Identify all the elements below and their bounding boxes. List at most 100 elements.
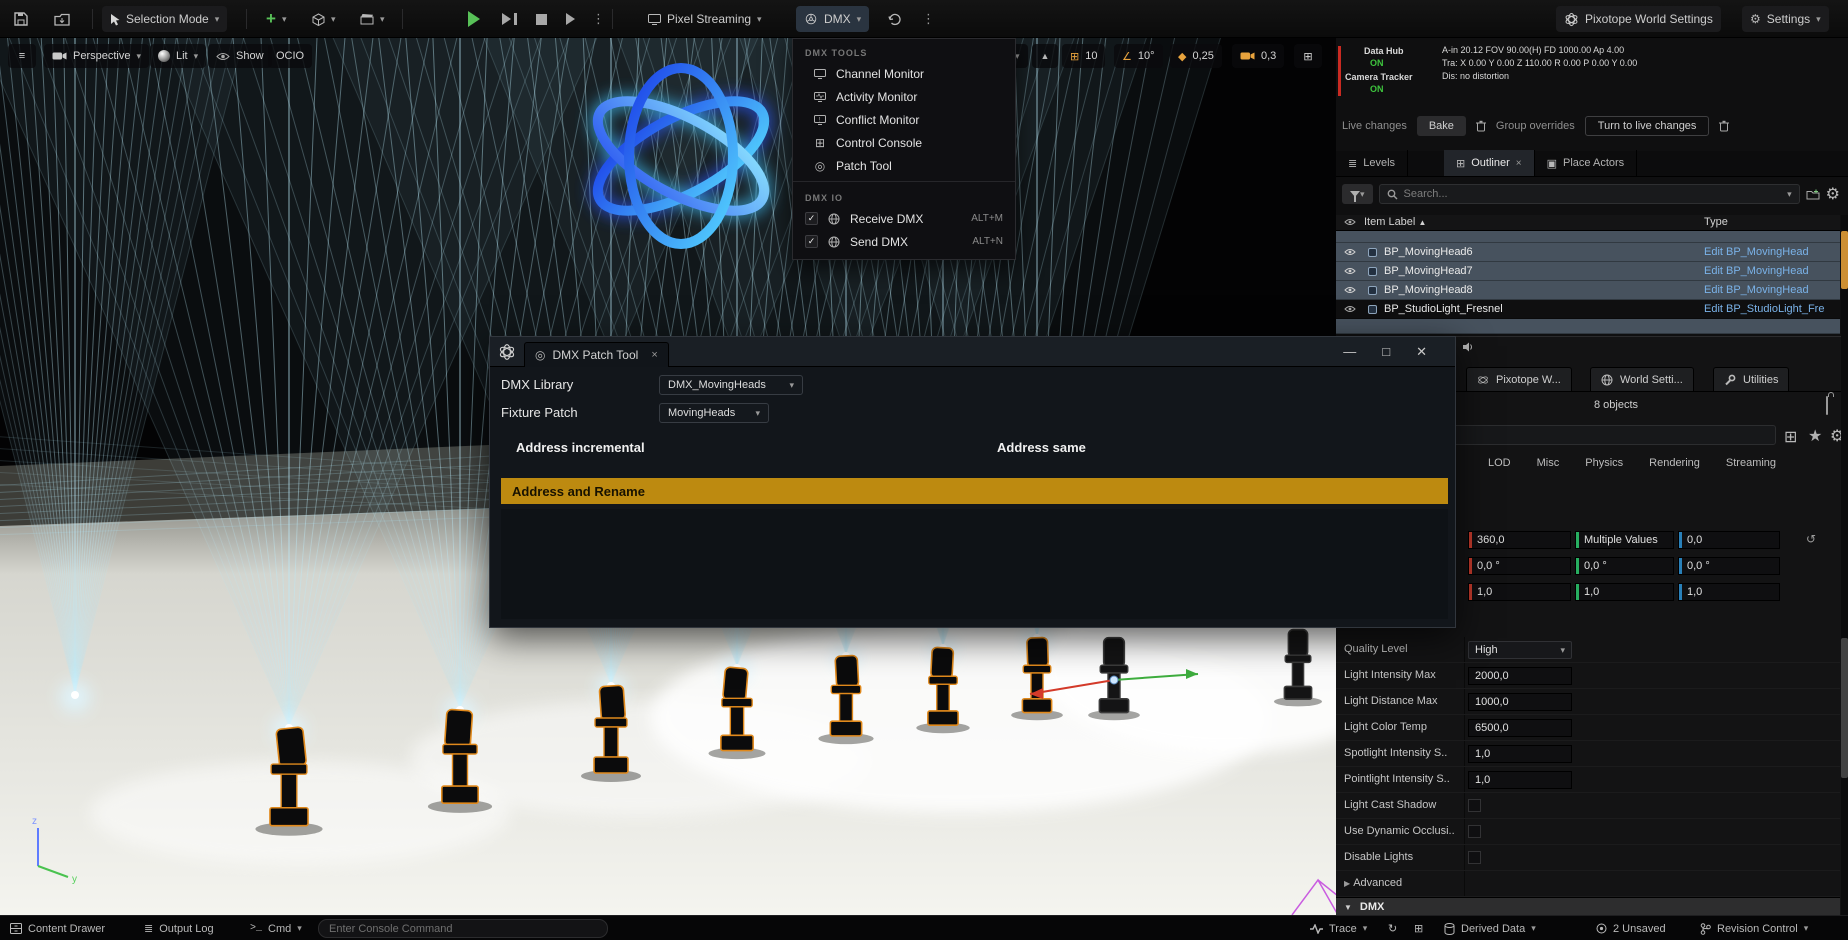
reset-to-default-icon[interactable]: ↺ (1806, 532, 1816, 546)
advanced-expander-row[interactable]: ▶ Advanced (1336, 871, 1840, 897)
derived-data-dropdown[interactable]: Derived Data ▾ (1438, 919, 1542, 938)
camera-speed-control[interactable]: 0,3 (1232, 44, 1284, 68)
minimize-icon[interactable]: — (1343, 345, 1356, 358)
outliner-row[interactable]: BP_MovingHead7 Edit BP_MovingHead (1336, 262, 1840, 281)
menu-item-activity-monitor[interactable]: Activity Monitor (793, 85, 1015, 108)
import-content-icon[interactable] (46, 6, 78, 32)
viewport-menu-button[interactable]: ≡ (8, 44, 36, 68)
eye-icon[interactable] (1344, 248, 1356, 256)
selection-mode-dropdown[interactable]: Selection Mode ▾ (102, 6, 227, 32)
patch-tool-tab[interactable]: ◎ DMX Patch Tool × (524, 342, 669, 367)
dmx-section-header[interactable]: ▼ DMX (1336, 897, 1840, 915)
menu-item-control-console[interactable]: ⊞ Control Console (793, 131, 1015, 154)
dynamic-occlusion-checkbox[interactable] (1468, 825, 1481, 838)
filter-streaming[interactable]: Streaming (1726, 457, 1776, 469)
save-icon[interactable] (6, 6, 36, 32)
filter-rendering[interactable]: Rendering (1649, 457, 1700, 469)
menu-item-conflict-monitor[interactable]: ! Conflict Monitor (793, 108, 1015, 131)
address-same-button[interactable]: Address same (997, 440, 1086, 455)
filter-lod[interactable]: LOD (1488, 457, 1511, 469)
favorites-star-icon[interactable]: ★ (1808, 426, 1822, 446)
menu-item-send-dmx[interactable]: ✓ Send DMX ALT+N (793, 230, 1015, 253)
frame-skip-button[interactable] (494, 6, 525, 32)
grid-view-icon[interactable]: ⊞ (1784, 427, 1797, 447)
add-actor-button[interactable]: + ▾ (258, 6, 294, 32)
tab-utilities[interactable]: Utilities (1713, 367, 1789, 391)
checkbox-checked-icon[interactable]: ✓ (805, 212, 818, 225)
close-icon[interactable]: × (1516, 158, 1522, 169)
filter-misc[interactable]: Misc (1537, 457, 1560, 469)
unsaved-button[interactable]: 2 Unsaved (1590, 919, 1672, 938)
pixotope-world-settings-button[interactable]: Pixotope World Settings (1556, 6, 1721, 32)
dmx-library-dropdown[interactable]: DMX_MovingHeads ▾ (659, 375, 803, 395)
rotation2-z-field[interactable]: 0,0 ° (1678, 557, 1780, 575)
platforms-button[interactable] (880, 6, 910, 32)
group-overrides-label[interactable]: Group overrides (1496, 120, 1575, 132)
filter-physics[interactable]: Physics (1585, 457, 1623, 469)
new-folder-icon[interactable] (1806, 189, 1820, 200)
eject-button[interactable] (558, 6, 583, 32)
eye-icon[interactable] (1344, 305, 1356, 313)
outliner-row[interactable]: BP_MovingHead8 Edit BP_MovingHead (1336, 281, 1840, 300)
edit-blueprint-link[interactable]: Edit BP_MovingHead (1704, 284, 1809, 296)
screenshot-icon[interactable]: ▲ (1032, 44, 1058, 68)
pointlight-intensity-field[interactable]: 1,0 (1468, 771, 1572, 789)
live-changes-label[interactable]: Live changes (1342, 120, 1407, 132)
play-options-kebab[interactable]: ⋮ (584, 6, 613, 32)
lit-dropdown[interactable]: Lit ▾ (150, 44, 206, 68)
edit-blueprint-link[interactable]: Edit BP_StudioLight_Fre (1704, 303, 1824, 315)
blueprints-button[interactable]: ▾ (304, 6, 344, 32)
grid-snap-toggle[interactable]: ⊞ 10 (1062, 44, 1105, 68)
light-intensity-max-field[interactable]: 2000,0 (1468, 667, 1572, 685)
maximize-viewport-button[interactable]: ⊞ (1294, 44, 1322, 68)
speaker-icon[interactable] (1462, 341, 1474, 353)
refresh-button[interactable]: ↻ (1382, 919, 1403, 938)
menu-item-receive-dmx[interactable]: ✓ Receive DMX ALT+M (793, 207, 1015, 230)
content-drawer-button[interactable]: Content Drawer (4, 919, 111, 938)
details-scrollbar-thumb[interactable] (1841, 638, 1848, 778)
menu-item-channel-monitor[interactable]: Channel Monitor (793, 62, 1015, 85)
rotation2-x-field[interactable]: 0,0 ° (1468, 557, 1571, 575)
search-box[interactable]: ▾ (1379, 184, 1800, 204)
scale-z-field[interactable]: 1,0 (1678, 583, 1780, 601)
toolbar-kebab[interactable]: ⋮ (914, 6, 943, 32)
address-and-rename-button[interactable]: Address and Rename (501, 478, 1448, 504)
scale-snap-toggle[interactable]: ◆ 0,25 (1170, 44, 1222, 68)
light-distance-max-field[interactable]: 1000,0 (1468, 693, 1572, 711)
type-column[interactable]: Type (1704, 216, 1728, 228)
quality-level-dropdown[interactable]: High▾ (1468, 641, 1572, 659)
ocio-button[interactable]: OCIO (268, 44, 312, 68)
rotation-y-field[interactable]: Multiple Values (1575, 531, 1674, 549)
menu-item-patch-tool[interactable]: ◎ Patch Tool (793, 154, 1015, 177)
light-color-temp-field[interactable]: 6500,0 (1468, 719, 1572, 737)
play-button[interactable] (460, 6, 488, 32)
gear-icon[interactable]: ⚙ (1826, 184, 1840, 204)
console-command-input[interactable] (318, 919, 608, 938)
grid-status-button[interactable]: ⊞ (1408, 919, 1429, 938)
patch-list-area[interactable] (501, 509, 1448, 619)
tab-outliner[interactable]: ⊞ Outliner × (1444, 150, 1535, 176)
show-dropdown[interactable]: Show (208, 44, 272, 68)
bake-button[interactable]: Bake (1417, 116, 1466, 136)
edit-blueprint-link[interactable]: Edit BP_MovingHead (1704, 265, 1809, 277)
eye-icon[interactable] (1344, 267, 1356, 275)
rotation-snap-toggle[interactable]: ∠ 10° (1114, 44, 1163, 68)
pixel-streaming-dropdown[interactable]: Pixel Streaming ▾ (640, 6, 770, 32)
light-cast-shadow-checkbox[interactable] (1468, 799, 1481, 812)
tab-place-actors[interactable]: ▣ Place Actors (1535, 150, 1638, 176)
checkbox-checked-icon[interactable]: ✓ (805, 235, 818, 248)
scale-y-field[interactable]: 1,0 (1575, 583, 1674, 601)
trash-icon[interactable] (1476, 120, 1486, 132)
cinematics-button[interactable]: ▾ (352, 6, 393, 32)
eye-icon[interactable] (1344, 286, 1356, 294)
item-label-column[interactable]: Item Label ▲ (1364, 216, 1426, 228)
edit-blueprint-link[interactable]: Edit BP_MovingHead (1704, 246, 1809, 258)
patch-tool-titlebar[interactable]: ◎ DMX Patch Tool × — □ ✕ (490, 337, 1455, 367)
cmd-dropdown[interactable]: >_ Cmd ▾ (244, 919, 308, 938)
search-input[interactable] (1404, 188, 1782, 200)
perspective-dropdown[interactable]: Perspective ▾ (44, 44, 149, 68)
outliner-row-partial[interactable] (1336, 319, 1840, 334)
tab-pixotope-world[interactable]: Pixotope W... (1466, 367, 1572, 391)
outliner-row[interactable]: BP_MovingHead6 Edit BP_MovingHead (1336, 243, 1840, 262)
panel-scrollbar-track[interactable] (1841, 215, 1848, 915)
